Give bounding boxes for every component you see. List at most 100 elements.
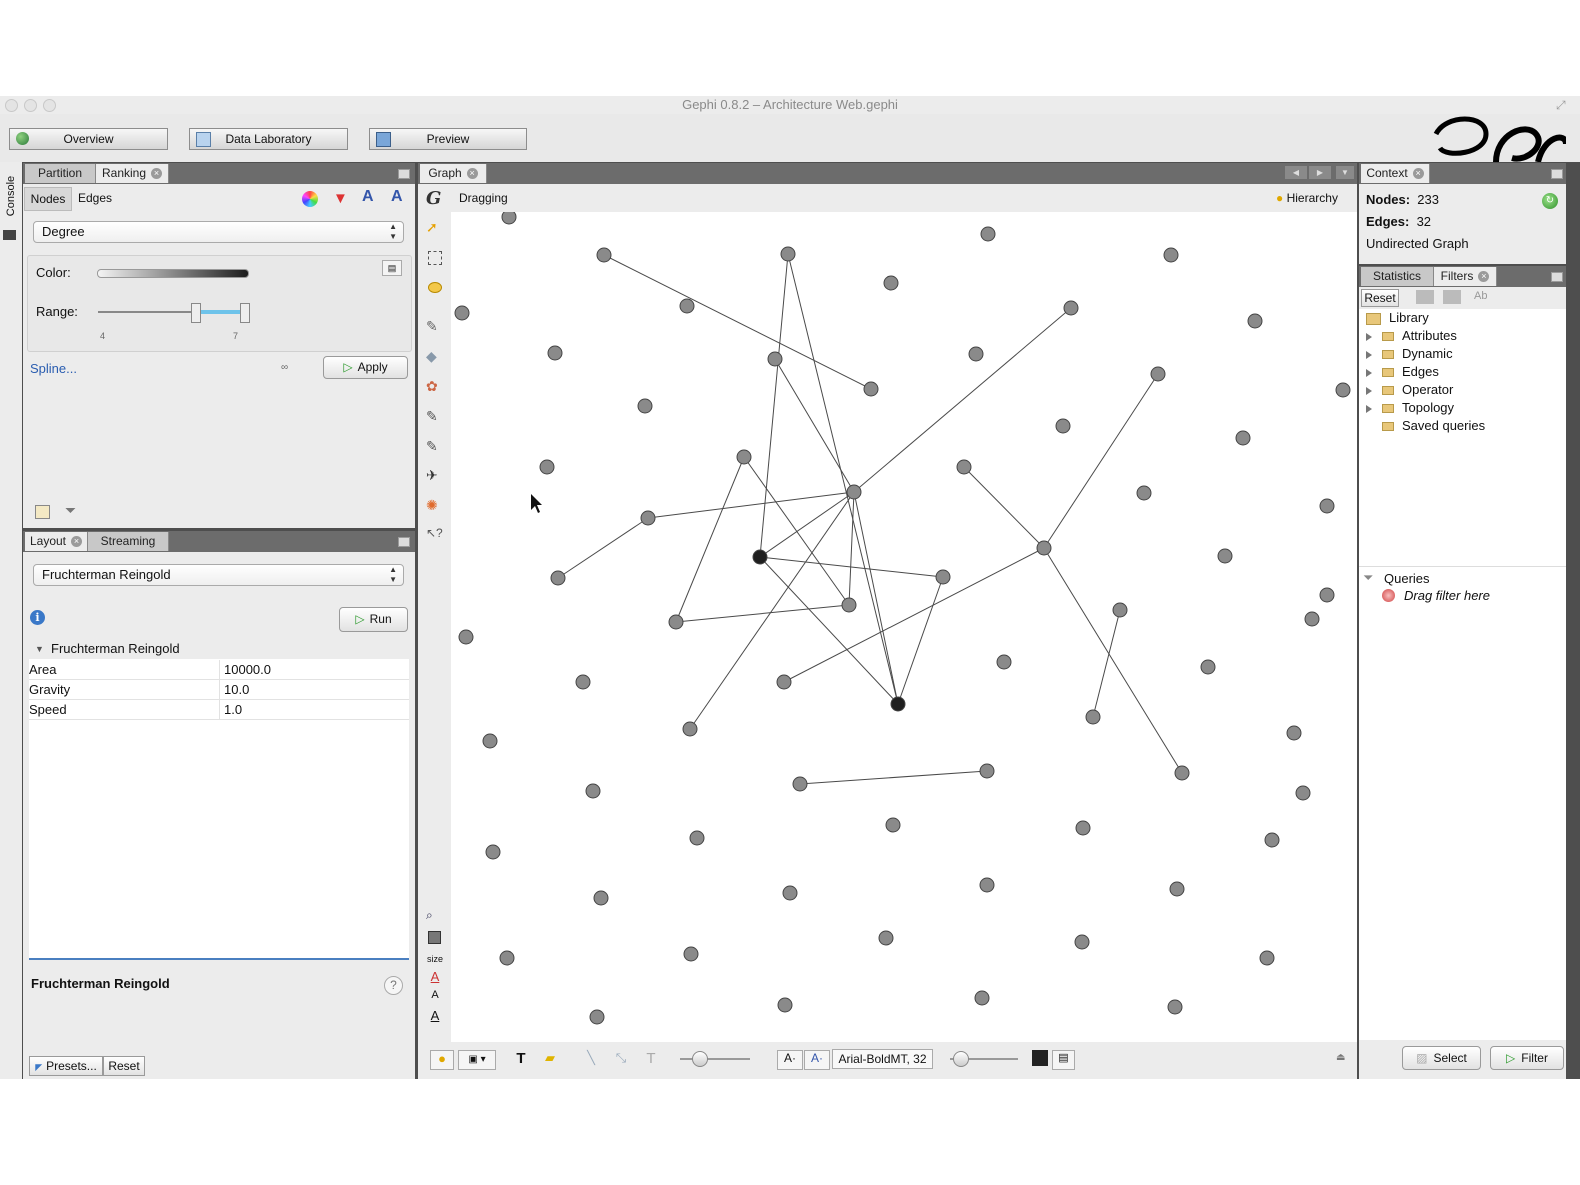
auto-refresh-icon[interactable]: Ab bbox=[1474, 290, 1487, 302]
heat-map-icon[interactable]: ✺ bbox=[426, 497, 444, 515]
minimize-panel-icon[interactable] bbox=[398, 169, 410, 179]
data-laboratory-button[interactable]: Data Laboratory bbox=[189, 128, 348, 150]
graph-node[interactable] bbox=[1163, 247, 1179, 263]
graph-node[interactable] bbox=[485, 844, 501, 860]
graph-node[interactable] bbox=[1286, 725, 1302, 741]
graph-node[interactable] bbox=[482, 733, 498, 749]
graph-node[interactable] bbox=[1235, 430, 1251, 446]
minimize-panel-icon[interactable] bbox=[1551, 169, 1563, 179]
label-size-tool-icon[interactable]: A bbox=[426, 989, 444, 1007]
graph-node[interactable] bbox=[689, 830, 705, 846]
lasso-select-icon[interactable] bbox=[426, 279, 444, 297]
graph-node[interactable] bbox=[980, 226, 996, 242]
refresh-icon[interactable]: ↻ bbox=[1542, 193, 1558, 209]
graph-node[interactable] bbox=[1074, 934, 1090, 950]
close-icon[interactable]: × bbox=[1478, 271, 1490, 283]
tab-partition[interactable]: Partition bbox=[25, 164, 96, 183]
edge-labels-icon[interactable]: T bbox=[642, 1050, 660, 1068]
label-font-tool-icon[interactable]: A bbox=[426, 1008, 444, 1026]
edge-color-icon[interactable]: ⤡ bbox=[612, 1050, 630, 1068]
size-diamond-icon[interactable]: ▼ bbox=[333, 190, 348, 207]
graph-node[interactable] bbox=[585, 783, 601, 799]
graph-node[interactable] bbox=[736, 449, 752, 465]
subtab-edges[interactable]: Edges bbox=[72, 187, 118, 209]
filter-button[interactable]: ▷ Filter bbox=[1490, 1046, 1564, 1070]
graph-node[interactable] bbox=[968, 346, 984, 362]
pencil-tool-icon[interactable]: ✎ bbox=[426, 408, 444, 426]
graph-node[interactable] bbox=[885, 817, 901, 833]
zoom-fit-icon[interactable]: ⌕ bbox=[426, 908, 444, 926]
graph-node[interactable] bbox=[1264, 832, 1280, 848]
graph-node[interactable] bbox=[863, 381, 879, 397]
graph-node[interactable] bbox=[841, 597, 857, 613]
graph-node[interactable] bbox=[682, 721, 698, 737]
graph-node[interactable] bbox=[956, 459, 972, 475]
graph-node[interactable] bbox=[589, 1009, 605, 1025]
link-icon[interactable]: ∞ bbox=[281, 362, 288, 373]
library-item[interactable]: Dynamic bbox=[1366, 346, 1453, 361]
ranking-attribute-select[interactable]: Degree ▲ ▼ bbox=[33, 221, 404, 243]
overview-button[interactable]: Overview bbox=[9, 128, 168, 150]
graph-node[interactable] bbox=[890, 696, 906, 712]
property-row[interactable]: Area 10000.0 bbox=[29, 660, 409, 680]
graph-node[interactable] bbox=[974, 990, 990, 1006]
graph-node[interactable] bbox=[777, 997, 793, 1013]
presets-button[interactable]: ◤ Presets... bbox=[29, 1056, 103, 1076]
graph-node[interactable] bbox=[767, 351, 783, 367]
console-tab[interactable]: Console bbox=[5, 173, 17, 219]
table-toggle-icon[interactable] bbox=[35, 505, 50, 519]
font-size-up-icon[interactable]: A· bbox=[804, 1050, 830, 1070]
library-item[interactable]: Topology bbox=[1366, 400, 1454, 415]
shortest-path-icon[interactable]: ✈ bbox=[426, 467, 444, 485]
label-size-icon[interactable]: A bbox=[391, 188, 403, 206]
graph-node[interactable] bbox=[1112, 602, 1128, 618]
collapse-toolbar-icon[interactable]: ⏏ bbox=[1336, 1052, 1345, 1063]
tab-ranking[interactable]: Ranking × bbox=[96, 164, 169, 183]
graph-node[interactable] bbox=[782, 885, 798, 901]
graph-node[interactable] bbox=[1295, 785, 1311, 801]
tab-statistics[interactable]: Statistics bbox=[1361, 267, 1434, 286]
range-min-handle[interactable] bbox=[191, 303, 201, 323]
graph-node[interactable] bbox=[454, 305, 470, 321]
font-selector[interactable]: Arial-BoldMT, 32 bbox=[832, 1049, 933, 1069]
library-item[interactable]: Saved queries bbox=[1366, 418, 1485, 433]
tab-graph[interactable]: Graph × bbox=[420, 164, 487, 183]
graph-node[interactable] bbox=[668, 614, 684, 630]
graph-node[interactable] bbox=[1335, 382, 1351, 398]
font-size-down-icon[interactable]: A· bbox=[777, 1050, 803, 1070]
close-icon[interactable]: × bbox=[151, 168, 163, 180]
graph-node[interactable] bbox=[1259, 950, 1275, 966]
color-wheel-icon[interactable] bbox=[302, 191, 318, 207]
preview-button[interactable]: Preview bbox=[369, 128, 527, 150]
close-icon[interactable]: × bbox=[1412, 168, 1424, 180]
graph-node[interactable] bbox=[683, 946, 699, 962]
graph-node[interactable] bbox=[752, 549, 768, 565]
graph-node[interactable] bbox=[550, 570, 566, 586]
graph-node[interactable] bbox=[792, 776, 808, 792]
graph-node[interactable] bbox=[883, 275, 899, 291]
edit-node-icon[interactable]: ↖? bbox=[426, 526, 444, 544]
graph-node[interactable] bbox=[1200, 659, 1216, 675]
graph-node[interactable] bbox=[637, 398, 653, 414]
save-filter-icon[interactable] bbox=[1443, 290, 1461, 304]
edge-pencil-tool-icon[interactable]: ✎ bbox=[426, 438, 444, 456]
rectangle-select-icon[interactable] bbox=[426, 249, 444, 267]
property-row[interactable]: Gravity 10.0 bbox=[29, 679, 409, 700]
graph-node[interactable] bbox=[539, 459, 555, 475]
graph-node[interactable] bbox=[1167, 999, 1183, 1015]
size-tool-icon[interactable]: size bbox=[426, 950, 444, 968]
hierarchy-button[interactable]: ● Hierarchy bbox=[1276, 191, 1338, 205]
screenshot-icon[interactable]: ▣ ▾ bbox=[458, 1050, 496, 1070]
select-button[interactable]: ▨ Select bbox=[1402, 1046, 1481, 1070]
graph-node[interactable] bbox=[979, 763, 995, 779]
tab-context[interactable]: Context × bbox=[1361, 164, 1430, 183]
spline-link[interactable]: Spline... bbox=[30, 361, 77, 376]
graph-node[interactable] bbox=[1075, 820, 1091, 836]
library-item[interactable]: Edges bbox=[1366, 364, 1439, 379]
scroll-left-icon[interactable]: ◀ bbox=[1285, 166, 1307, 179]
property-value[interactable]: 1.0 bbox=[219, 699, 409, 720]
info-icon[interactable]: i bbox=[30, 610, 45, 625]
graph-node[interactable] bbox=[547, 345, 563, 361]
graph-node[interactable] bbox=[575, 674, 591, 690]
graph-node[interactable] bbox=[1217, 548, 1233, 564]
